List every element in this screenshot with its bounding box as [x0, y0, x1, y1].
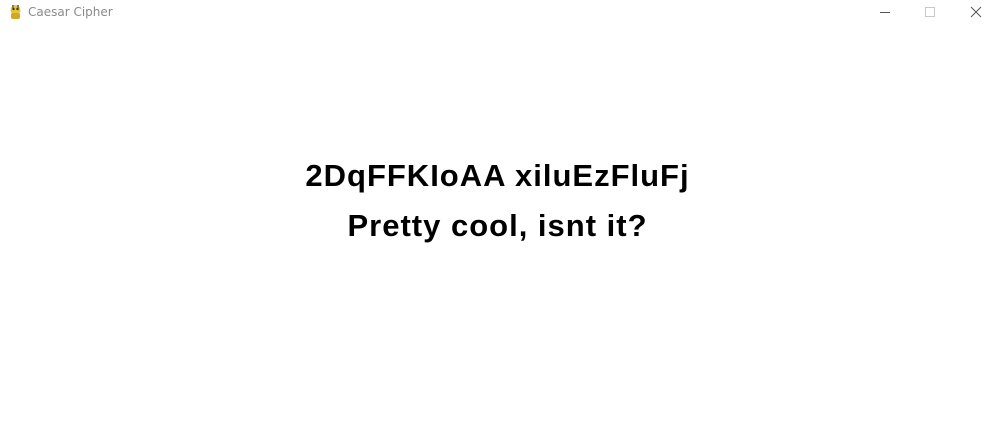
minimize-button[interactable] — [862, 0, 908, 25]
maximize-icon — [925, 7, 935, 17]
cipher-text: 2DqFFKIoAA xiluEzFluFj — [305, 158, 690, 193]
maximize-button[interactable] — [907, 0, 953, 25]
game-canvas: 2DqFFKIoAA xiluEzFluFj Pretty cool, isnt… — [0, 25, 995, 426]
window-title: Caesar Cipher — [28, 5, 113, 19]
app-window: Caesar Cipher 2DqFFKIoAA xiluEzFluFj Pre… — [0, 0, 995, 426]
close-button[interactable] — [952, 0, 995, 25]
minimize-icon — [880, 12, 890, 13]
close-icon — [970, 6, 982, 18]
message-text: Pretty cool, isnt it? — [347, 208, 648, 243]
snake-icon — [8, 4, 23, 20]
title-bar[interactable]: Caesar Cipher — [0, 0, 995, 25]
